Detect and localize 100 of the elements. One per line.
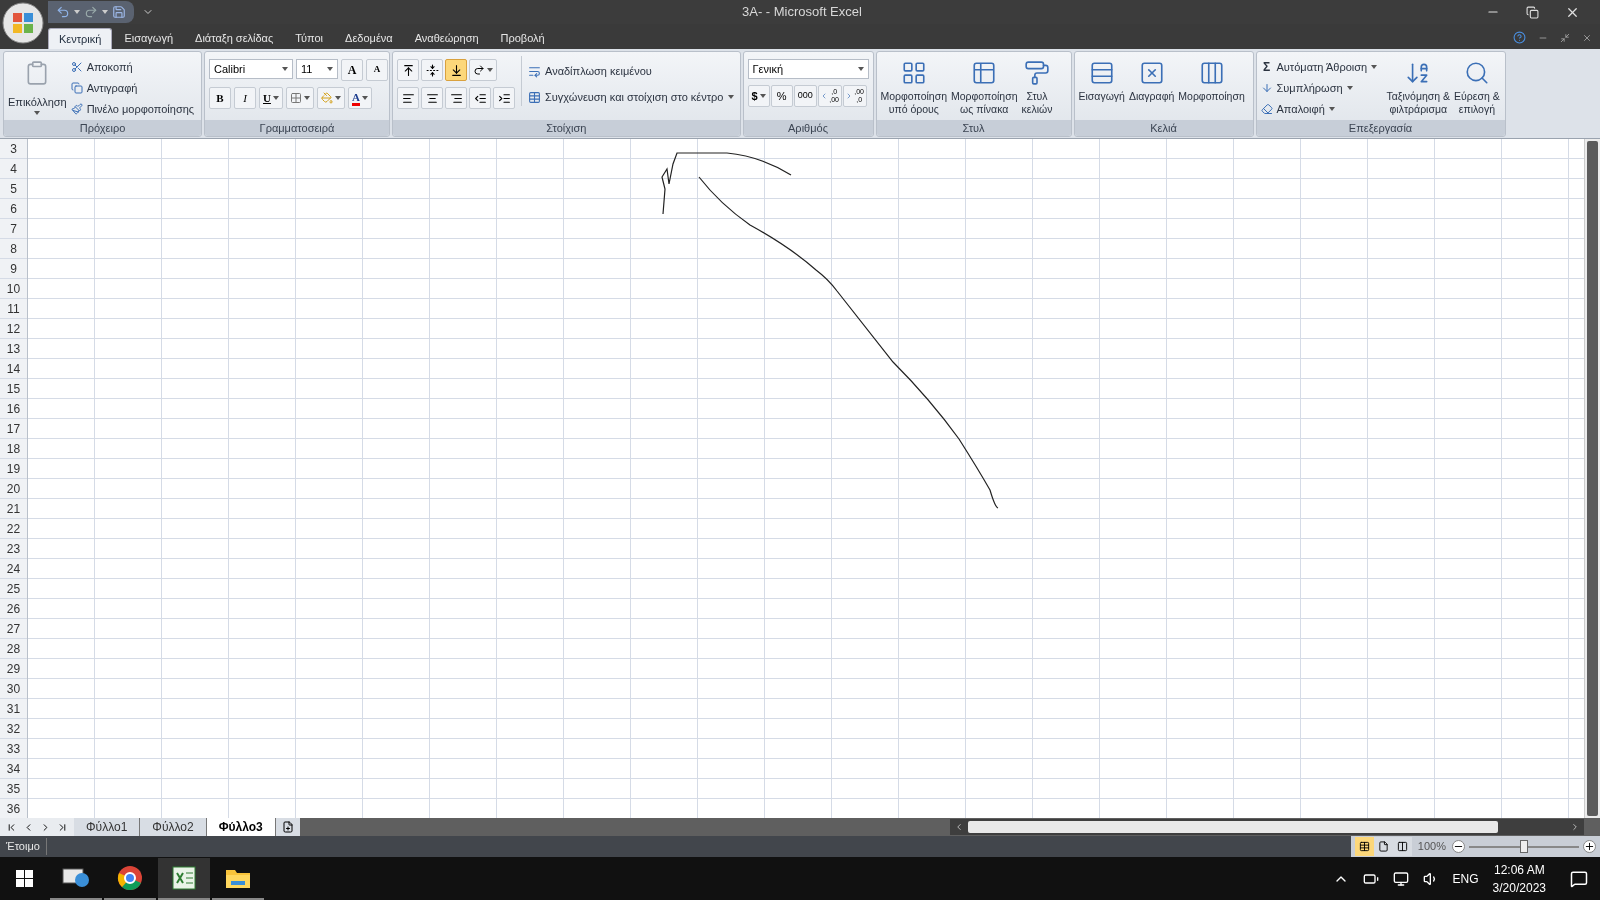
row-header[interactable]: 7 — [0, 219, 27, 239]
decrease-indent-button[interactable] — [469, 87, 491, 109]
row-header[interactable]: 28 — [0, 639, 27, 659]
align-button[interactable] — [397, 87, 419, 109]
row-header[interactable]: 24 — [0, 559, 27, 579]
row-header[interactable]: 22 — [0, 519, 27, 539]
row-header[interactable]: 15 — [0, 379, 27, 399]
row-header[interactable]: 8 — [0, 239, 27, 259]
scroll-right-icon[interactable] — [1570, 822, 1580, 832]
horizontal-scrollbar[interactable] — [950, 819, 1584, 835]
new-sheet-button[interactable] — [275, 818, 300, 836]
ribbon-button[interactable]: Μορφοποίηση — [1178, 56, 1245, 103]
save-icon[interactable] — [112, 5, 126, 19]
row-header[interactable]: 26 — [0, 599, 27, 619]
paste-button[interactable]: Επικόλληση — [8, 56, 67, 115]
shrink-font-button[interactable]: A — [366, 59, 388, 81]
increase-indent-button[interactable] — [493, 87, 515, 109]
notification-icon[interactable] — [1570, 869, 1588, 888]
ribbon-button[interactable]: Εύρεση & επιλογή — [1454, 56, 1500, 116]
ribbon-button[interactable]: Διαγραφή — [1128, 56, 1175, 103]
clipboard-action[interactable]: Αντιγραφή — [70, 79, 195, 97]
zoom-slider[interactable] — [1469, 839, 1579, 854]
sheet-tab[interactable]: Φύλλο1 — [74, 818, 141, 836]
thousands-button[interactable]: 000 — [793, 85, 817, 107]
clock[interactable]: 12:06 AM 3/20/2023 — [1492, 860, 1546, 897]
sheet-tab[interactable]: Φύλλο2 — [140, 818, 207, 836]
ribbon-button[interactable]: Ταξινόμηση & φιλτράρισμα — [1386, 56, 1451, 116]
clipboard-action[interactable]: Πινέλο μορφοποίησης — [70, 100, 195, 118]
orientation-button[interactable] — [469, 59, 497, 81]
row-header[interactable]: 17 — [0, 419, 27, 439]
borders-button[interactable] — [285, 87, 314, 109]
clipboard-action[interactable]: Αποκοπή — [70, 58, 195, 76]
underline-button[interactable]: U — [259, 87, 283, 109]
ribbon-tab[interactable]: Δεδομένα — [335, 28, 403, 49]
ribbon-button[interactable]: Μορφοποίηση ως πίνακα — [951, 56, 1018, 116]
restore-icon[interactable] — [1526, 5, 1539, 19]
ribbon-tab[interactable]: Τύποι — [285, 28, 334, 49]
ribbon-tab[interactable]: Κεντρική — [48, 28, 113, 49]
help-icon[interactable] — [1513, 31, 1526, 44]
network-icon[interactable] — [1392, 870, 1409, 887]
row-header[interactable]: 32 — [0, 719, 27, 739]
row-header[interactable]: 21 — [0, 499, 27, 519]
row-header[interactable]: 4 — [0, 159, 27, 179]
close-icon[interactable] — [1582, 32, 1592, 43]
font-color-button[interactable]: A — [347, 87, 372, 109]
row-header[interactable]: 33 — [0, 739, 27, 759]
align-button[interactable] — [445, 87, 467, 109]
windows-logo-icon[interactable] — [15, 870, 33, 887]
editing-action[interactable]: Απαλοιφή — [1260, 100, 1383, 118]
currency-button[interactable]: $ — [747, 85, 770, 107]
bold-button[interactable]: B — [209, 87, 231, 109]
view-button[interactable] — [1354, 837, 1374, 856]
row-header[interactable]: 9 — [0, 259, 27, 279]
last-sheet-icon[interactable] — [57, 821, 68, 833]
taskbar-app[interactable] — [158, 857, 210, 900]
merge-center-button[interactable]: Συγχώνευση και στοίχιση στο κέντρο — [528, 88, 734, 106]
zoom-slider-thumb[interactable] — [1520, 839, 1528, 853]
italic-button[interactable]: I — [234, 87, 256, 109]
ribbon-tab[interactable]: Αναθεώρηση — [404, 28, 489, 49]
align-button[interactable] — [445, 59, 467, 81]
scroll-left-icon[interactable] — [954, 822, 964, 832]
ribbon-tab[interactable]: Εισαγωγή — [114, 28, 184, 49]
vertical-scrollbar[interactable] — [1584, 139, 1600, 818]
row-header[interactable]: 19 — [0, 459, 27, 479]
editing-action[interactable]: Συμπλήρωση — [1260, 79, 1383, 97]
grow-font-button[interactable]: A — [341, 59, 363, 81]
ribbon-button[interactable]: Μορφοποίηση υπό όρους — [880, 56, 947, 116]
language-indicator[interactable]: ENG — [1452, 869, 1479, 888]
align-button[interactable] — [421, 59, 443, 81]
row-header[interactable]: 5 — [0, 179, 27, 199]
row-header[interactable]: 34 — [0, 759, 27, 779]
fill-color-button[interactable] — [316, 87, 345, 109]
row-header[interactable]: 14 — [0, 359, 27, 379]
percent-button[interactable]: % — [770, 85, 793, 107]
row-header[interactable]: 29 — [0, 659, 27, 679]
ribbon-button[interactable]: Εισαγωγή — [1078, 56, 1125, 103]
row-header[interactable]: 27 — [0, 619, 27, 639]
ribbon-button[interactable]: Στυλ κελιών — [1021, 56, 1053, 116]
row-header[interactable]: 18 — [0, 439, 27, 459]
undo-icon[interactable] — [56, 5, 70, 19]
align-button[interactable] — [421, 87, 443, 109]
row-header[interactable]: 25 — [0, 579, 27, 599]
ribbon-tab[interactable]: Διάταξη σελίδας — [185, 28, 284, 49]
redo-icon[interactable] — [84, 5, 98, 19]
font-size-field[interactable]: 11 — [296, 59, 338, 79]
row-header[interactable]: 35 — [0, 779, 27, 799]
zoom-in-icon[interactable] — [1583, 840, 1596, 853]
editing-action[interactable]: Σ Αυτόματη Άθροιση — [1260, 58, 1383, 76]
align-button[interactable] — [397, 59, 419, 81]
row-header[interactable]: 13 — [0, 339, 27, 359]
row-header[interactable]: 12 — [0, 319, 27, 339]
restore-icon[interactable] — [1560, 32, 1570, 43]
row-header[interactable]: 36 — [0, 799, 27, 818]
row-header[interactable]: 30 — [0, 679, 27, 699]
row-header[interactable]: 3 — [0, 139, 27, 159]
row-header[interactable]: 31 — [0, 699, 27, 719]
ribbon-tab[interactable]: Προβολή — [490, 28, 555, 49]
row-header[interactable]: 11 — [0, 299, 27, 319]
number-format-field[interactable]: Γενική — [747, 59, 869, 79]
row-header[interactable]: 10 — [0, 279, 27, 299]
